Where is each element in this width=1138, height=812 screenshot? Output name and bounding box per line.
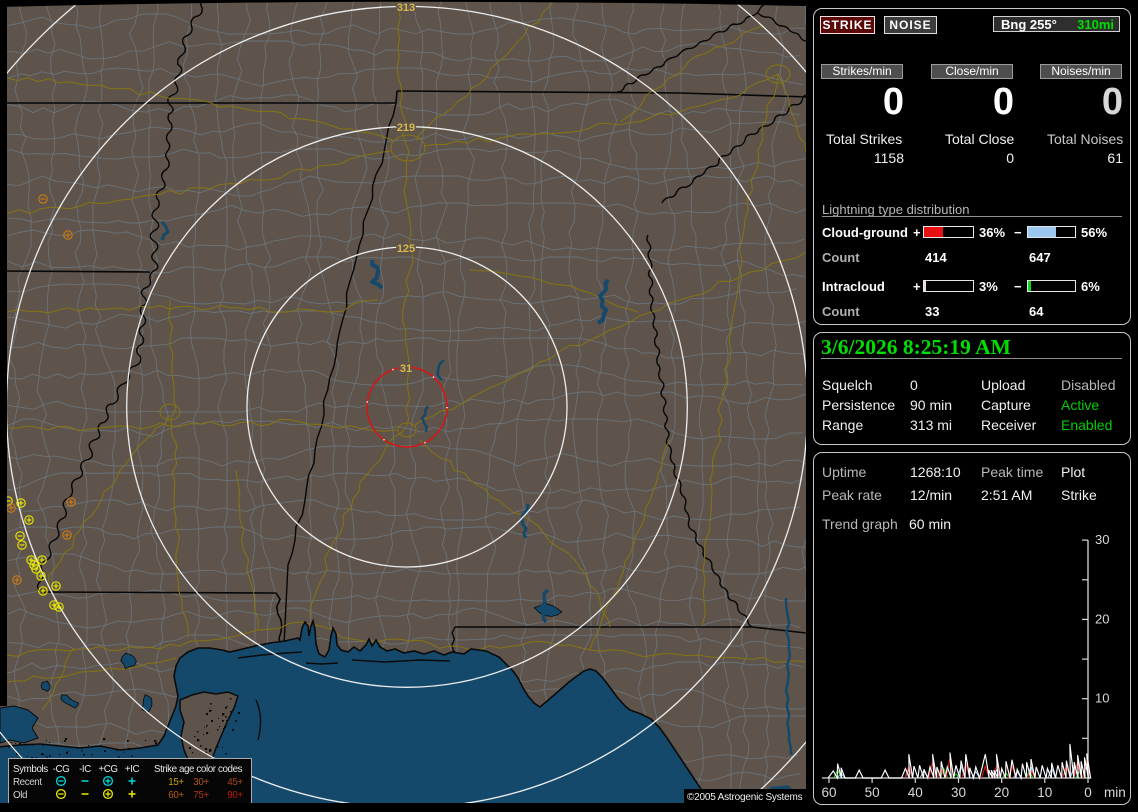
svg-text:50: 50 — [865, 785, 880, 800]
svg-text:min: min — [1104, 785, 1126, 800]
svg-text:-CG: -CG — [53, 764, 70, 775]
svg-text:313: 313 — [397, 2, 415, 14]
svg-text:10: 10 — [1095, 691, 1109, 706]
svg-text:45+: 45+ — [227, 777, 243, 788]
svg-text:40: 40 — [908, 785, 923, 800]
svg-text:20: 20 — [994, 785, 1009, 800]
svg-text:90+: 90+ — [227, 790, 243, 801]
svg-text:60+: 60+ — [168, 790, 184, 801]
svg-text:60: 60 — [821, 785, 836, 800]
svg-text:10: 10 — [1037, 785, 1052, 800]
svg-text:20: 20 — [1095, 611, 1109, 626]
svg-text:30: 30 — [951, 785, 966, 800]
svg-text:0: 0 — [1084, 785, 1092, 800]
svg-text:31: 31 — [400, 363, 412, 375]
svg-text:75+: 75+ — [193, 790, 209, 801]
svg-text:Recent: Recent — [13, 777, 42, 788]
svg-text:©2005 Astrogenic Systems: ©2005 Astrogenic Systems — [687, 792, 803, 803]
svg-text:30: 30 — [1095, 532, 1109, 547]
svg-text:+CG: +CG — [98, 764, 117, 775]
svg-text:125: 125 — [397, 243, 415, 255]
svg-text:+IC: +IC — [125, 764, 140, 775]
svg-text:Symbols: Symbols — [13, 764, 48, 775]
svg-text:Strike age color codes: Strike age color codes — [154, 764, 243, 775]
svg-text:15+: 15+ — [168, 777, 184, 788]
svg-text:219: 219 — [397, 122, 415, 134]
svg-text:30+: 30+ — [193, 777, 209, 788]
svg-text:-IC: -IC — [79, 764, 91, 775]
svg-text:Old: Old — [13, 790, 27, 801]
